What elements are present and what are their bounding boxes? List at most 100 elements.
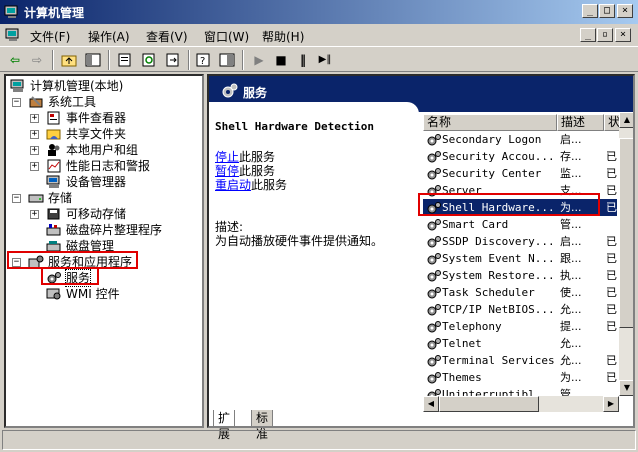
service-description-cell: 启... [560,235,582,248]
expand-toggle[interactable]: + [30,146,39,155]
column-header-name[interactable]: 名称 [423,114,557,131]
restart-service-icon[interactable]: ▶‖ [316,51,334,69]
show-hide-tree-icon[interactable] [84,51,102,69]
scroll-up-button[interactable]: ▲ [619,112,633,128]
expand-toggle[interactable]: + [30,210,39,219]
collapse-toggle[interactable]: − [12,194,21,203]
menu-file[interactable]: 文件(F) [30,28,70,45]
menu-action[interactable]: 操作(A) [88,28,130,45]
table-row[interactable]: Smart Card 管... [423,216,617,233]
tree-item-disk-defragmenter[interactable]: 磁盘碎片整理程序 [6,222,202,238]
start-service-icon[interactable]: ▶ [250,51,268,69]
properties-icon[interactable] [116,51,134,69]
table-row[interactable]: Telephony 提... 已 [423,318,617,335]
refresh-icon[interactable] [140,51,158,69]
service-description-cell: 跟... [560,252,582,265]
table-row[interactable]: Terminal Services 允... 已 [423,352,617,369]
table-row[interactable]: Security Center 监... 已 [423,165,617,182]
tree-item-performance-logs[interactable]: + 性能日志和警报 [6,158,202,174]
table-row[interactable]: Security Accou... 存... 已 [423,148,617,165]
table-row[interactable]: Themes 为... 已 [423,369,617,386]
toolbar-separator [188,50,190,70]
service-gear-icon [427,134,441,146]
service-description-cell: 提... [560,320,582,333]
removable-storage-icon [47,208,60,220]
export-list-icon[interactable] [164,51,182,69]
tab-standard[interactable]: 标准 [251,410,274,441]
service-description-cell: 监... [560,167,582,180]
service-description-cell: 管... [560,218,582,231]
highlight-box-shell-hardware [418,193,600,216]
storage-icon [28,194,44,203]
tree-item-system-tools[interactable]: − 系统工具 [6,94,202,110]
table-row[interactable]: Secondary Logon 启... [423,131,617,148]
service-name-cell: Smart Card [442,218,509,231]
table-row[interactable]: System Restore... 执... 已 [423,267,617,284]
table-row[interactable]: SSDP Discovery... 启... 已 [423,233,617,250]
table-row[interactable]: TCP/IP NetBIOS... 允... 已 [423,301,617,318]
service-description-cell: 允... [560,303,582,316]
expand-toggle[interactable]: + [30,162,39,171]
service-name-cell: System Event N... [442,252,554,265]
tree-item-computer-management[interactable]: 计算机管理(本地) [6,78,202,94]
service-name-cell: TCP/IP NetBIOS... [442,303,554,316]
tree-item-services[interactable]: 服务 [6,269,202,287]
tab-extended[interactable]: 扩展 [213,410,236,441]
service-status-cell: 已 [606,303,617,316]
help-icon[interactable]: ? [194,51,212,69]
performance-icon [47,159,61,173]
service-status-cell: 已 [606,235,617,248]
table-row[interactable]: System Event N... 跟... 已 [423,250,617,267]
service-gear-icon [427,372,441,384]
column-header-description[interactable]: 描述 [557,114,604,131]
maximize-button[interactable]: □ [599,4,615,18]
system-menu-icon[interactable] [5,27,21,43]
minimize-button[interactable]: _ [582,4,598,18]
tree-item-wmi-control[interactable]: WMI 控件 [6,286,202,302]
pause-service-icon[interactable]: ‖ [294,51,312,69]
window-title: 计算机管理 [24,6,85,20]
tree-item-storage[interactable]: − 存储 [6,190,202,206]
mdi-close-button[interactable]: × [615,28,631,42]
services-pane: 服务 Shell Hardware Detection 停止此服务 暂停此服务 … [207,74,635,428]
forward-icon[interactable]: ⇨ [28,51,46,69]
tree-item-shared-folders[interactable]: + 共享文件夹 [6,126,202,142]
expand-toggle[interactable]: + [30,130,39,139]
mdi-minimize-button[interactable]: _ [580,28,596,42]
services-header-gear-icon [222,83,238,98]
service-status-cell: 已 [606,354,617,367]
menu-help[interactable]: 帮助(H) [262,28,304,45]
back-icon[interactable]: ⇦ [6,51,24,69]
horizontal-scroll-thumb[interactable] [439,396,539,412]
service-name-cell: Security Accou... [442,150,554,163]
menu-view[interactable]: 查看(V) [146,28,188,45]
service-status-cell: 已 [606,184,617,197]
stop-service-icon[interactable]: ■ [272,51,290,69]
expand-toggle[interactable]: + [30,114,39,123]
services-list[interactable]: 名称 描述 状 Secondary Logon 启... Security Acco… [423,112,633,410]
table-row[interactable]: Telnet 允... [423,335,617,352]
description-text: 为自动播放硬件事件提供通知。 [215,234,384,248]
close-button[interactable]: × [617,4,633,18]
scroll-thumb[interactable] [619,138,633,328]
tree-item-device-manager[interactable]: 设备管理器 [6,174,202,190]
up-folder-icon[interactable] [60,51,78,69]
scroll-left-button[interactable]: ◀ [423,396,439,412]
scroll-down-button[interactable]: ▼ [619,380,633,396]
event-viewer-icon [47,111,60,125]
tree-label: 系统工具 [48,95,97,109]
restart-service-link[interactable]: 重启动 [215,178,251,192]
table-row[interactable]: Task Scheduler 使... 已 [423,284,617,301]
tree-item-local-users[interactable]: + 本地用户和组 [6,142,202,158]
collapse-toggle[interactable]: − [12,98,21,107]
service-description-cell: 允... [560,337,582,350]
scroll-right-button[interactable]: ▶ [603,396,619,412]
tree-item-event-viewer[interactable]: + 事件查看器 [6,110,202,126]
service-status-cell: 已 [606,150,617,163]
console-tree-icon[interactable] [218,51,236,69]
mdi-restore-button[interactable]: ▫ [597,28,613,42]
vertical-scrollbar[interactable]: ▲ ▼ [619,112,633,396]
horizontal-scrollbar[interactable]: ◀ ▶ [423,396,619,412]
tree-item-removable-storage[interactable]: + 可移动存储 [6,206,202,222]
menu-window[interactable]: 窗口(W) [204,28,249,45]
